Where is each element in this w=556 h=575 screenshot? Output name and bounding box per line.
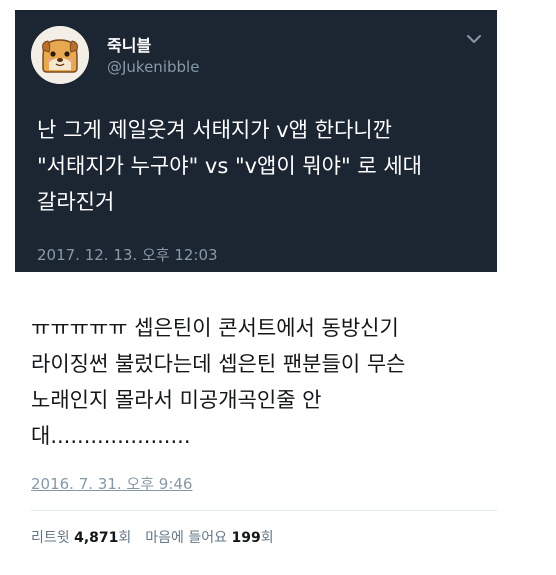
retweet-unit: 회 bbox=[118, 530, 132, 546]
tweet-stats: 리트윗 4,871회 마음에 들어요 199회 bbox=[31, 527, 274, 547]
chevron-down-icon[interactable] bbox=[465, 32, 483, 46]
retweet-label: 리트윗 bbox=[31, 530, 70, 546]
tweet-timestamp[interactable]: 2016. 7. 31. 오후 9:46 bbox=[31, 473, 192, 494]
tweet-text-line: 갈라진거 bbox=[37, 190, 115, 214]
tweet-text-line: 라이징썬 불렀다는데 셉은틴 팬분들이 무슨 bbox=[31, 352, 406, 376]
retweet-count: 4,871 bbox=[74, 530, 119, 546]
tweet-text: 난 그게 제일웃겨 서태지가 v앱 한다니깐 "서태지가 누구야" vs "v앱… bbox=[37, 112, 487, 220]
avatar[interactable] bbox=[31, 26, 89, 84]
tweet-card-light: ㅠㅠㅠㅠㅠ 셉은틴이 콘서트에서 동방신기 라이징썬 불렀다는데 셉은틴 팬분들… bbox=[15, 290, 497, 562]
tweet-text-line: ㅠㅠㅠㅠㅠ 셉은틴이 콘서트에서 동방신기 bbox=[31, 316, 399, 340]
tweet-author-name[interactable]: 죽니블 bbox=[107, 32, 151, 56]
like-stat[interactable]: 마음에 들어요 199회 bbox=[145, 530, 273, 546]
tweet-text-line: 노래인지 몰라서 미공개곡인줄 안 bbox=[31, 388, 322, 412]
divider bbox=[31, 510, 497, 511]
screenshot-page: 죽니블 @Jukenibble 난 그게 제일웃겨 서태지가 v앱 한다니깐 "… bbox=[0, 0, 556, 575]
tweet-text: ㅠㅠㅠㅠㅠ 셉은틴이 콘서트에서 동방신기 라이징썬 불렀다는데 셉은틴 팬분들… bbox=[31, 310, 491, 454]
retweet-stat[interactable]: 리트윗 4,871회 bbox=[31, 530, 131, 546]
avatar-image bbox=[31, 26, 89, 84]
tweet-card-dark: 죽니블 @Jukenibble 난 그게 제일웃겨 서태지가 v앱 한다니깐 "… bbox=[15, 10, 497, 272]
tweet-text-line: 대..................... bbox=[31, 424, 191, 448]
like-count: 199 bbox=[231, 530, 261, 546]
like-unit: 회 bbox=[260, 530, 274, 546]
tweet-text-line: "서태지가 누구야" vs "v앱이 뭐야" 로 세대 bbox=[37, 154, 422, 178]
tweet-timestamp[interactable]: 2017. 12. 13. 오후 12:03 bbox=[37, 244, 218, 265]
tweet-author-handle[interactable]: @Jukenibble bbox=[107, 58, 199, 76]
tweet-text-line: 난 그게 제일웃겨 서태지가 v앱 한다니깐 bbox=[37, 118, 392, 142]
like-label: 마음에 들어요 bbox=[145, 530, 228, 546]
